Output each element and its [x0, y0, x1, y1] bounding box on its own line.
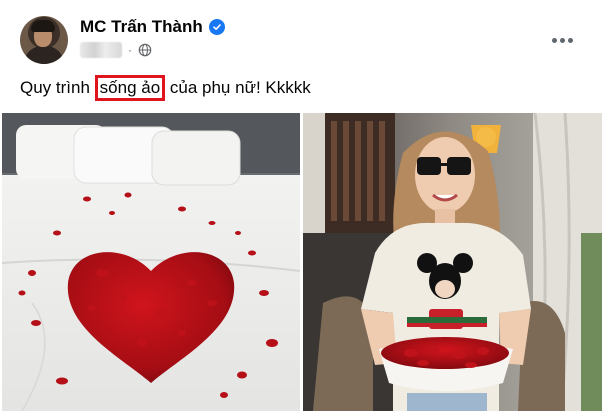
woman-roses-image: [303, 113, 602, 411]
author-row: MC Trấn Thành: [80, 16, 225, 38]
more-options-icon[interactable]: [544, 26, 580, 54]
bed-roses-image: [2, 113, 300, 411]
meta-separator: ·: [128, 43, 132, 57]
blurred-timestamp[interactable]: [80, 42, 122, 58]
globe-icon[interactable]: [138, 43, 152, 57]
post-photo-bed-roses[interactable]: [2, 113, 300, 411]
post-caption: Quy trình sống ảo của phụ nữ! Kkkkk: [20, 75, 311, 101]
caption-text-start: Quy trình: [20, 78, 90, 97]
author-name[interactable]: MC Trấn Thành: [80, 17, 203, 37]
caption-highlight: sống ảo: [94, 75, 166, 101]
post-photo-woman-roses[interactable]: [303, 113, 602, 411]
post-meta: ·: [80, 41, 152, 59]
verified-badge-icon: [208, 19, 225, 35]
caption-text-end: của phụ nữ! Kkkkk: [169, 78, 311, 97]
author-avatar[interactable]: [20, 16, 68, 64]
facebook-post: MC Trấn Thành · Quy trình sống ảo của ph…: [0, 0, 602, 411]
